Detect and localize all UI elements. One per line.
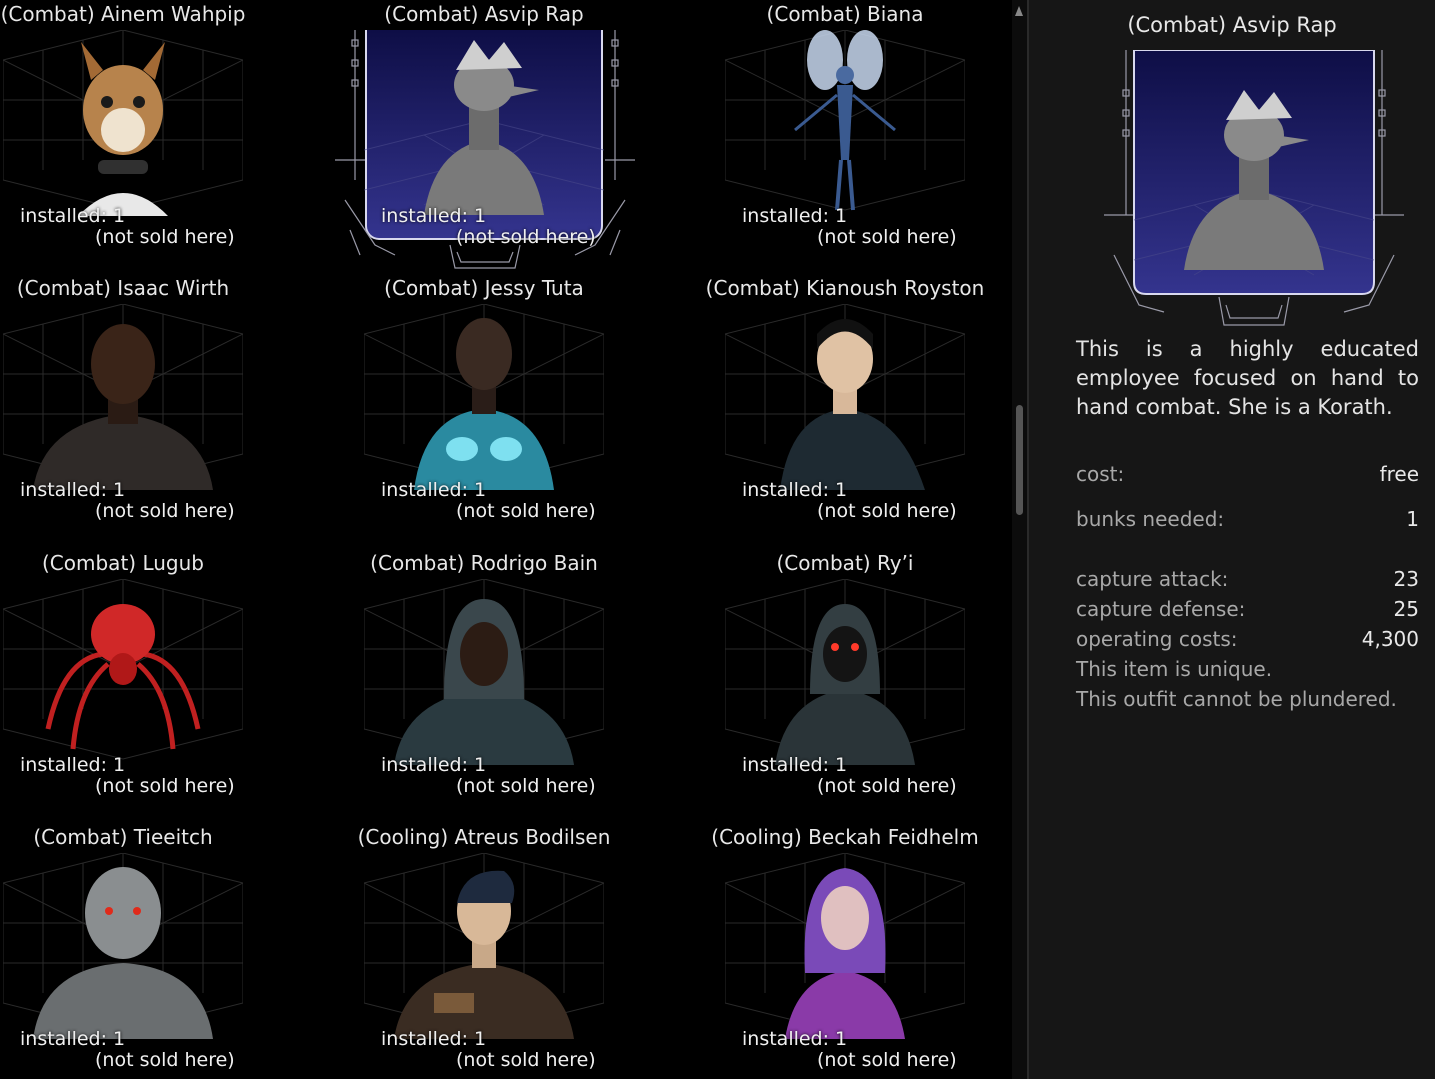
- unique-note: This item is unique.: [1076, 657, 1273, 681]
- availability-label: (not sold here): [456, 500, 596, 522]
- installed-count: installed: 1: [20, 1028, 126, 1050]
- stat-label: capture defense:: [1076, 597, 1246, 621]
- stat-value: 23: [1393, 567, 1419, 591]
- outfit-tile[interactable]: (Combat) Isaac Wirth installed: 1 (not s…: [3, 274, 243, 546]
- tile-title: (Combat) Ry’i: [776, 551, 914, 575]
- stat-label: operating costs:: [1076, 627, 1238, 651]
- installed-count: installed: 1: [381, 754, 487, 776]
- scroll-thumb[interactable]: [1016, 405, 1023, 515]
- hooded-man-portrait-icon: [364, 579, 604, 779]
- winged-insect-portrait-icon: [725, 30, 965, 230]
- tile-title: (Cooling) Beckah Feidhelm: [711, 825, 979, 849]
- installed-count: installed: 1: [742, 205, 848, 227]
- red-spider-portrait-icon: [3, 579, 243, 779]
- availability-label: (not sold here): [95, 775, 235, 797]
- tile-title: (Combat) Asvip Rap: [384, 2, 584, 26]
- tile-title: (Cooling) Atreus Bodilsen: [357, 825, 611, 849]
- cyan-armored-woman-portrait-icon: [364, 304, 604, 504]
- outfit-tile-selected[interactable]: (Combat) Asvip Rap installed: 1 (not sol…: [364, 0, 604, 272]
- scroll-up-arrow-icon[interactable]: [1015, 6, 1023, 16]
- installed-count: installed: 1: [381, 1028, 487, 1050]
- availability-label: (not sold here): [817, 226, 957, 248]
- outfit-tile[interactable]: (Combat) Kianoush Royston installed: 1 (…: [706, 274, 985, 546]
- asian-man-portrait-icon: [725, 304, 965, 504]
- outfit-grid: (Combat) Ainem Wahpip installed: 1 (not …: [0, 0, 1012, 1079]
- detail-title: (Combat) Asvip Rap: [1127, 13, 1337, 37]
- plunder-note: This outfit cannot be plundered.: [1076, 687, 1397, 711]
- tile-title: (Combat) Kianoush Royston: [705, 276, 985, 300]
- tile-title: (Combat) Lugub: [42, 551, 204, 575]
- stat-label: bunks needed:: [1076, 507, 1225, 531]
- stat-operating-costs: operating costs: 4,300: [1076, 627, 1419, 651]
- tile-title: (Combat) Ainem Wahpip: [0, 2, 246, 26]
- purple-hair-woman-portrait-icon: [725, 853, 965, 1053]
- stat-value: 1: [1406, 507, 1419, 531]
- availability-label: (not sold here): [456, 1049, 596, 1071]
- installed-count: installed: 1: [20, 479, 126, 501]
- stat-value: 25: [1393, 597, 1419, 621]
- installed-count: installed: 1: [20, 205, 126, 227]
- detail-description: This is a highly educated employee focus…: [1076, 337, 1419, 419]
- availability-label: (not sold here): [817, 1049, 957, 1071]
- lizard-alien-portrait-icon: [364, 30, 604, 230]
- installed-count: installed: 1: [20, 754, 126, 776]
- stat-value: free: [1379, 462, 1419, 486]
- grey-alien-portrait-icon: [3, 853, 243, 1053]
- installed-count: installed: 1: [742, 1028, 848, 1050]
- outfit-tile[interactable]: (Combat) Ainem Wahpip installed: 1 (not …: [1, 0, 246, 272]
- outfit-tile[interactable]: (Combat) Jessy Tuta installed: 1 (not so…: [364, 274, 604, 546]
- tile-title: (Combat) Tieeitch: [33, 825, 213, 849]
- availability-label: (not sold here): [456, 226, 596, 248]
- tile-title: (Combat) Isaac Wirth: [16, 276, 230, 300]
- stat-value: 4,300: [1361, 627, 1419, 651]
- outfit-tile[interactable]: (Combat) Biana installed: 1 (not sold he…: [725, 0, 965, 272]
- installed-count: installed: 1: [742, 754, 848, 776]
- availability-label: (not sold here): [95, 1049, 235, 1071]
- installed-count: installed: 1: [381, 205, 487, 227]
- stat-bunks: bunks needed: 1: [1076, 507, 1419, 531]
- dark-man-portrait-icon: [3, 304, 243, 504]
- detail-portrait: [1104, 49, 1404, 335]
- stat-label: cost:: [1076, 462, 1125, 486]
- availability-label: (not sold here): [456, 775, 596, 797]
- outfit-tile[interactable]: (Combat) Rodrigo Bain installed: 1 (not …: [364, 549, 604, 821]
- outfit-tile[interactable]: (Combat) Ry’i installed: 1 (not sold her…: [725, 549, 965, 821]
- availability-label: (not sold here): [95, 500, 235, 522]
- grid-scrollbar[interactable]: [1012, 0, 1027, 1079]
- masked-hood-portrait-icon: [725, 579, 965, 779]
- squirrel-portrait-icon: [3, 30, 243, 230]
- outfit-tile[interactable]: (Combat) Lugub installed: 1 (not sold he…: [3, 549, 243, 821]
- outfit-tile[interactable]: (Cooling) Beckah Feidhelm installed: 1 (…: [711, 823, 978, 1079]
- stat-label: capture attack:: [1076, 567, 1229, 591]
- stat-capture-defense: capture defense: 25: [1076, 597, 1419, 621]
- installed-count: installed: 1: [381, 479, 487, 501]
- outfit-tile[interactable]: (Combat) Tieeitch installed: 1 (not sold…: [3, 823, 243, 1079]
- detail-panel: (Combat) Asvip Rap This is a highly educ…: [1029, 0, 1435, 1079]
- availability-label: (not sold here): [817, 775, 957, 797]
- tile-title: (Combat) Rodrigo Bain: [370, 551, 598, 575]
- lizard-alien-portrait-icon: [1104, 49, 1404, 326]
- young-man-portrait-icon: [364, 853, 604, 1053]
- installed-count: installed: 1: [742, 479, 848, 501]
- availability-label: (not sold here): [817, 500, 957, 522]
- outfit-tile[interactable]: (Cooling) Atreus Bodilsen installed: 1 (…: [358, 823, 611, 1079]
- tile-title: (Combat) Jessy Tuta: [384, 276, 584, 300]
- tile-title: (Combat) Biana: [766, 2, 924, 26]
- availability-label: (not sold here): [95, 226, 235, 248]
- stat-cost: cost: free: [1076, 462, 1419, 486]
- stat-capture-attack: capture attack: 23: [1076, 567, 1419, 591]
